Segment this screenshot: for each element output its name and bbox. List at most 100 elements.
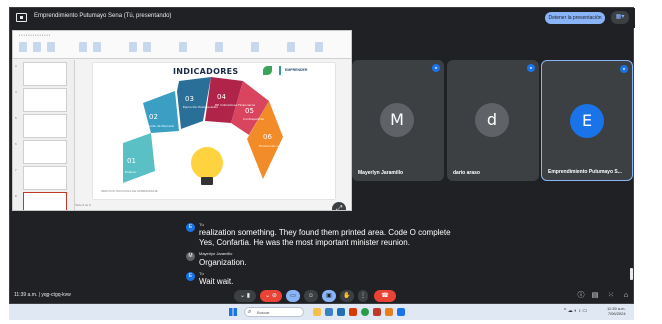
participant-name: dario araso — [453, 170, 480, 176]
end-call-icon: ☎ — [381, 293, 389, 299]
ribbon-tool — [19, 42, 27, 52]
caption-line: Wait wait. — [199, 277, 234, 286]
caption-speaker: Tú — [199, 222, 204, 227]
clock-date: 7/06/2024 — [607, 311, 626, 316]
slide-thumbnail[interactable] — [23, 166, 67, 190]
mic-indicator-icon: ● — [527, 64, 535, 72]
activities-icon[interactable]: ⁙ — [606, 291, 616, 301]
captions-icon: ▭ — [290, 293, 296, 299]
segment-05-label: Contrapartida — [243, 117, 264, 121]
lock-icon[interactable]: ⌂ — [621, 291, 631, 301]
camera-toggle-button[interactable]: ⌄ ⊘ — [260, 290, 282, 302]
participant-tile-self[interactable]: ● E Emprendimiento Putumayo S... — [541, 60, 633, 181]
taskbar-app-icon[interactable] — [385, 308, 393, 316]
avatar: E — [570, 104, 604, 138]
shared-presentation: ▪ ▪ ▪ ▪ ▪ ▪ ▪ ▪ ▪ ▪ ▪ ▪ ▪ ▪ 3 4 5 6 7 8 … — [12, 30, 352, 211]
presenting-icon — [16, 13, 27, 22]
mic-button[interactable]: ⌄ ▮ — [234, 290, 256, 302]
ribbon-tool — [287, 42, 295, 52]
segment-01-label: Evaluar — [125, 170, 137, 174]
slide-thumbnail[interactable] — [23, 62, 67, 86]
slide-thumbnail[interactable] — [23, 88, 67, 112]
slide-thumbnails: 3 4 5 6 7 8 — [13, 60, 75, 210]
segment-03-num: 03 — [185, 95, 194, 103]
segment-02-label: Cuenta de Mercado — [145, 124, 174, 128]
more-options-button[interactable]: ⋮ — [358, 290, 368, 302]
participant-tile[interactable]: ● M Mayerlyn Jaramillo — [352, 60, 444, 181]
ribbon-tool — [79, 42, 87, 52]
search-icon: ⌕ — [248, 309, 252, 315]
chat-icon[interactable]: ▤ — [590, 291, 600, 301]
participant-name: Mayerlyn Jaramillo — [358, 170, 404, 176]
mic-icon: ⌄ ▮ — [240, 293, 250, 299]
segment-03-label: Ejecución Presupuestal — [183, 105, 218, 109]
taskbar-app-icon[interactable] — [337, 308, 345, 316]
powerpoint-icon[interactable] — [349, 308, 357, 316]
segment-03 — [177, 77, 211, 129]
meet-window: Emprendimiento Putumayo Sena (Tú, presen… — [9, 7, 635, 305]
caption-avatar: E — [186, 272, 195, 281]
layout-options-icon[interactable]: ▦▾ — [611, 11, 629, 24]
indicators-arch-diagram: 01 02 03 04 05 06 Evaluar Cuenta de Merc… — [123, 77, 309, 185]
segment-02-num: 02 — [149, 113, 158, 121]
slide-thumbnail[interactable] — [23, 114, 67, 138]
file-explorer-icon[interactable] — [313, 308, 321, 316]
mic-indicator-icon: ● — [620, 65, 628, 73]
stop-presenting-button[interactable]: Detener la presentación — [545, 12, 605, 24]
slide-thumbnail-active[interactable] — [23, 192, 67, 210]
avatar: d — [475, 103, 509, 137]
slide-thumbnail[interactable] — [23, 140, 67, 164]
participant-tile[interactable]: ● d dario araso — [447, 60, 539, 181]
taskbar-app-icon[interactable] — [373, 308, 381, 316]
info-icon[interactable]: ⓘ — [576, 291, 586, 301]
caption-speaker: Mayerlyn Jaramillo — [199, 251, 233, 256]
taskbar-search[interactable]: ⌕ Buscar — [244, 307, 304, 317]
caption-line: Yes, Confartia. He was the most importan… — [199, 238, 410, 247]
segment-05-num: 05 — [245, 107, 254, 115]
meeting-title: Emprendimiento Putumayo Sena (Tú, presen… — [34, 13, 172, 19]
camera-off-icon: ⌄ ⊘ — [265, 293, 277, 299]
slide-footer: SERVICIO NACIONAL DE APRENDIZAJE — [101, 189, 158, 193]
ribbon-tool — [251, 42, 259, 52]
expand-icon[interactable]: ⤢ — [332, 202, 346, 210]
chrome-icon[interactable] — [361, 308, 369, 316]
ribbon-tool — [179, 42, 187, 52]
present-icon: ▣ — [326, 293, 332, 299]
segment-01-num: 01 — [127, 157, 136, 165]
ribbon-tool — [33, 42, 41, 52]
avatar: M — [380, 103, 414, 137]
segment-04-num: 04 — [217, 93, 226, 101]
end-call-button[interactable]: ☎ — [374, 290, 396, 302]
live-captions: E Tú realization something. They found t… — [186, 221, 486, 287]
windows-start-icon[interactable] — [229, 308, 237, 316]
presentation-status: Slide 8 de 8 — [75, 203, 91, 207]
powerpoint-ribbon: ▪ ▪ ▪ ▪ ▪ ▪ ▪ ▪ ▪ ▪ ▪ ▪ ▪ ▪ — [13, 31, 351, 59]
more-vert-icon: ⋮ — [360, 293, 366, 299]
ribbon-tool — [143, 42, 151, 52]
meet-control-bar: 11:39 a.m. | yqg-ctgq-kvw ⌄ ▮ ⌄ ⊘ ▭ ☺ ▣ … — [10, 287, 635, 305]
ribbon-tool — [129, 42, 137, 52]
current-slide: INDICADORES EMPRENDER 01 02 03 04 05 06 … — [93, 63, 335, 199]
segment-06-num: 06 — [263, 133, 272, 141]
taskbar-app-icon[interactable] — [397, 308, 405, 316]
caption-line: Organization. — [199, 258, 247, 267]
emoji-icon: ☺ — [307, 293, 315, 299]
emoji-button[interactable]: ☺ — [304, 290, 318, 302]
caption-speaker: Tú — [199, 271, 204, 276]
caption-avatar: M — [186, 252, 195, 261]
bulb-base — [201, 177, 213, 185]
raise-hand-button[interactable]: ✋ — [340, 290, 354, 302]
system-tray[interactable]: ^ ☁ ◐ ♪ ▭ — [564, 308, 587, 314]
taskbar-clock[interactable]: 11:39 a.m. 7/06/2024 — [607, 306, 626, 316]
caption-line: realization something. They found them p… — [199, 228, 451, 237]
mic-indicator-icon: ● — [432, 64, 440, 72]
caption-avatar: E — [186, 223, 195, 232]
taskbar-app-icon[interactable] — [325, 308, 333, 316]
captions-scrollbar[interactable] — [630, 268, 633, 280]
raise-hand-icon: ✋ — [343, 293, 351, 299]
meeting-time-code: 11:39 a.m. | yqg-ctgq-kvw — [14, 292, 71, 298]
captions-button[interactable]: ▭ — [286, 290, 300, 302]
present-button[interactable]: ▣ — [322, 290, 336, 302]
ribbon-tool — [315, 42, 323, 52]
ribbon-tool — [47, 42, 55, 52]
